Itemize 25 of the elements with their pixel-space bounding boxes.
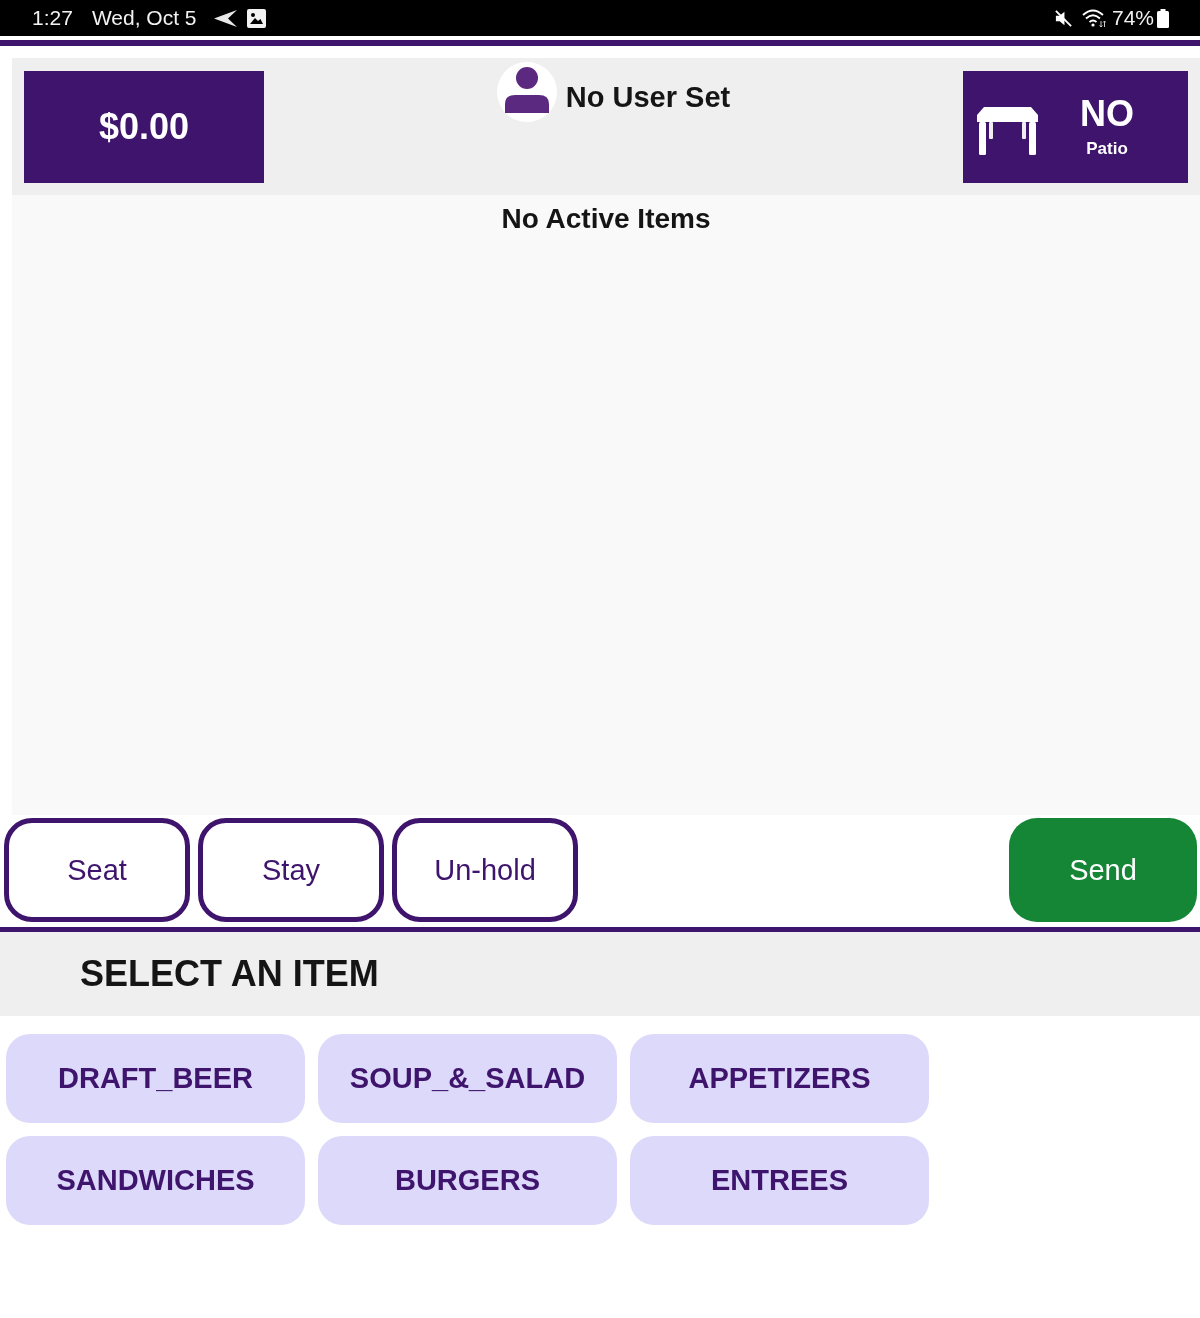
image-icon (246, 8, 266, 28)
status-time: 1:27 (32, 6, 73, 30)
section-title: SELECT AN ITEM (80, 953, 379, 995)
action-button[interactable]: Seat (4, 818, 190, 922)
category-button[interactable]: APPETIZERS (630, 1034, 929, 1123)
total-button[interactable]: $0.00 (24, 71, 264, 183)
category-button[interactable]: DRAFT_BEER (6, 1034, 305, 1123)
wifi-icon (1081, 8, 1106, 28)
mute-icon (1053, 8, 1073, 28)
action-button[interactable]: Stay (198, 818, 384, 922)
category-button[interactable]: SOUP_&_SALAD (318, 1034, 617, 1123)
category-button[interactable]: BURGERS (318, 1136, 617, 1225)
user-name: No User Set (565, 80, 731, 114)
category-button[interactable]: ENTREES (630, 1136, 929, 1225)
action-button[interactable]: Un-hold (392, 818, 578, 922)
empty-order-message: No Active Items (501, 202, 711, 236)
send-button[interactable]: Send (1009, 818, 1197, 922)
avatar-icon (496, 62, 557, 122)
category-button[interactable]: SANDWICHES (6, 1136, 305, 1225)
table-button[interactable]: NO Patio (963, 71, 1188, 183)
table-icon (977, 107, 1038, 155)
battery-percent: 74% (1111, 6, 1154, 30)
status-date: Wed, Oct 5 (91, 6, 197, 30)
paper-plane-icon (213, 9, 237, 27)
battery-icon (1157, 8, 1169, 28)
